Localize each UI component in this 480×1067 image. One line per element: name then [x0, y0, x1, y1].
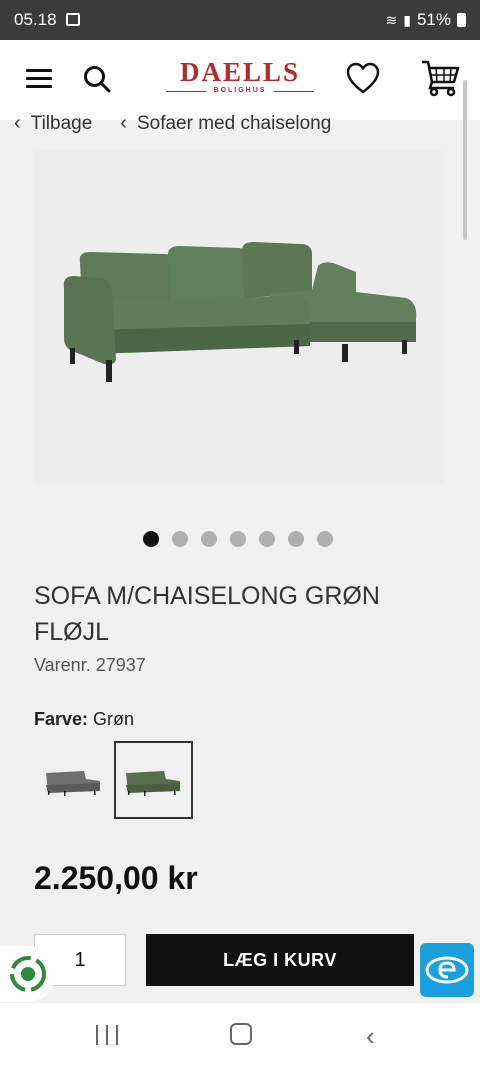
recent-apps-icon[interactable]: [96, 1025, 118, 1045]
green-sofa-thumbnail: [126, 771, 180, 796]
cart-icon[interactable]: [420, 58, 460, 98]
color-label: Farve: Grøn: [34, 709, 134, 730]
logo-main: DAELLS: [179, 57, 301, 87]
heart-icon[interactable]: [346, 62, 380, 96]
recycle-icon: [10, 956, 46, 992]
breadcrumb-back-label: Tilbage: [30, 112, 93, 134]
color-label-key: Farve:: [34, 709, 89, 729]
gallery-dot[interactable]: [317, 531, 333, 547]
add-to-cart-button[interactable]: LÆG I KURV: [146, 934, 414, 986]
emaerket-icon: [425, 956, 469, 984]
color-label-value: Grøn: [93, 709, 135, 729]
wifi-icon: ≋: [385, 11, 398, 28]
back-icon[interactable]: ‹: [366, 1021, 375, 1052]
chevron-left-icon: ‹: [120, 112, 127, 134]
search-icon[interactable]: [82, 64, 112, 94]
breadcrumb-back[interactable]: ‹ Tilbage: [14, 112, 92, 135]
site-header: DAELLS BOLIGHUS: [0, 40, 480, 120]
swatch-grey[interactable]: [34, 741, 113, 819]
gallery-dot[interactable]: [143, 531, 159, 547]
product-price: 2.250,00 kr: [34, 860, 198, 896]
system-navbar: ‹: [0, 1003, 480, 1067]
gallery-dot[interactable]: [259, 531, 275, 547]
chevron-left-icon: ‹: [14, 112, 21, 134]
gallery-dot[interactable]: [230, 531, 246, 547]
gallery-dot[interactable]: [201, 531, 217, 547]
home-icon[interactable]: [230, 1023, 252, 1045]
battery-percent: 51%: [416, 10, 451, 29]
product-sku: Varenr. 27937: [34, 655, 146, 675]
grey-sofa-thumbnail: [46, 771, 100, 796]
status-bar: 05.18 ≋ ▮ 51%: [0, 0, 480, 40]
menu-icon[interactable]: [26, 69, 52, 89]
gallery-dot[interactable]: [288, 531, 304, 547]
logo-sub: BOLIGHUS: [166, 86, 314, 96]
recycle-badge[interactable]: [0, 946, 56, 1002]
gallery-notification-icon: [66, 13, 80, 26]
breadcrumb-category[interactable]: ‹ Sofaer med chaiselong: [120, 112, 331, 135]
product-title: SOFA M/CHAISELONG GRØN FLØJL: [34, 582, 380, 646]
logo[interactable]: DAELLS BOLIGHUS: [166, 58, 314, 102]
swatch-green[interactable]: [114, 741, 193, 819]
status-time: 05.18: [14, 10, 57, 29]
emaerket-badge[interactable]: [420, 943, 474, 997]
gallery-dots: [143, 531, 333, 547]
gallery-dot[interactable]: [172, 531, 188, 547]
scrollbar[interactable]: [463, 80, 467, 240]
status-icons: ≋ ▮ 51%: [386, 10, 466, 30]
battery-icon: [457, 13, 466, 27]
breadcrumb-category-label: Sofaer med chaiselong: [136, 112, 332, 134]
signal-icon: ▮: [403, 11, 411, 28]
product-image[interactable]: [34, 150, 444, 484]
breadcrumb: ‹ Tilbage ‹ Sofaer med chaiselong: [14, 112, 331, 135]
sofa-image: [63, 242, 417, 382]
